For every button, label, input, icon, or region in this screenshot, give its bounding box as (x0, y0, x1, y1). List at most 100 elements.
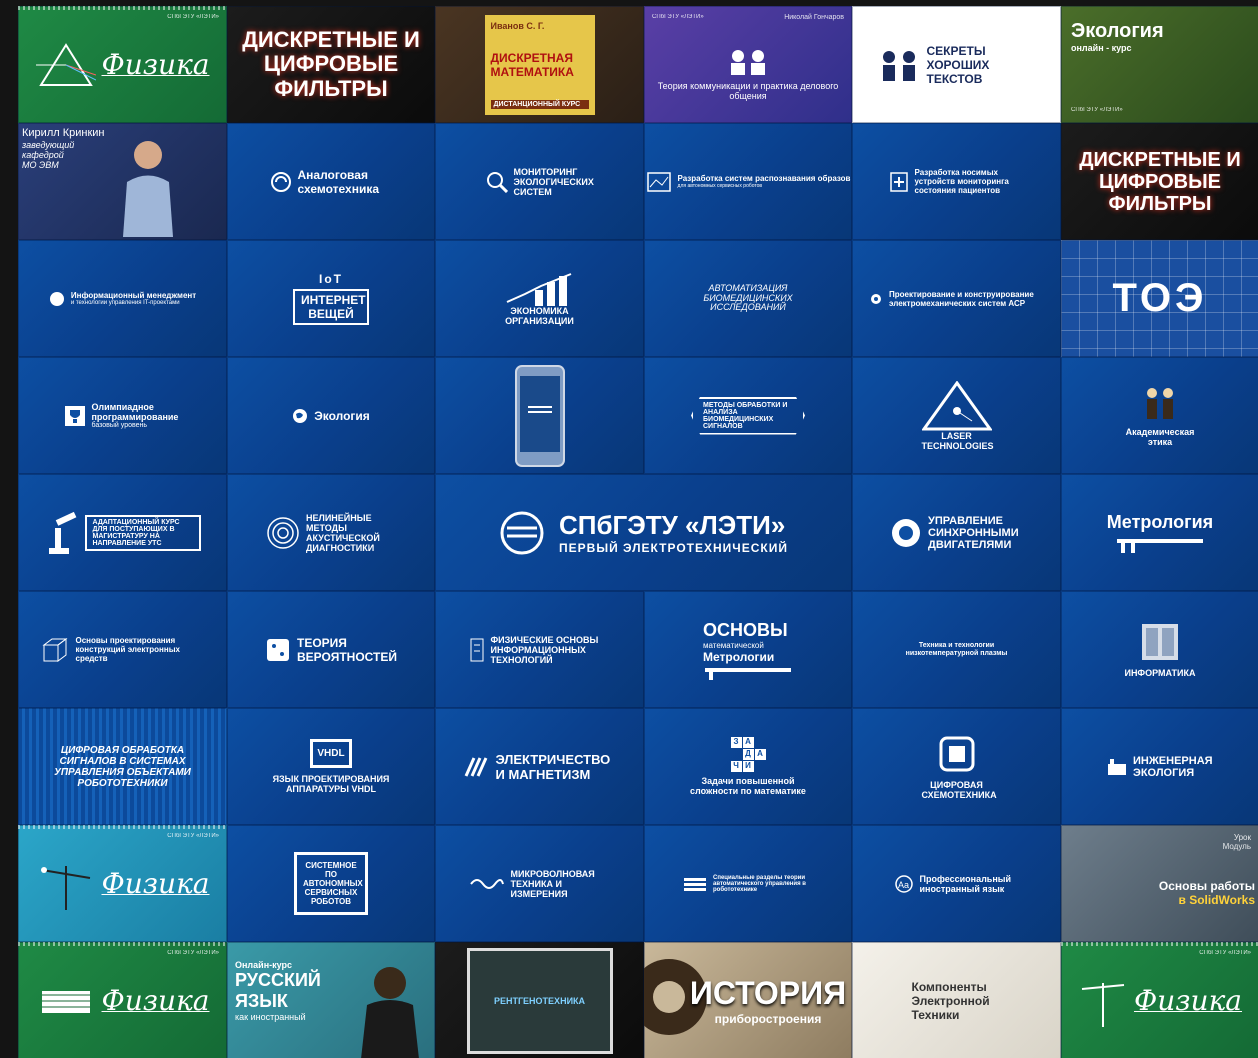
tile-title: Физика (101, 984, 210, 1017)
course-tile-russkii-yazyk[interactable]: Онлайн-курс РУССКИЙ ЯЗЫК как иностранный (227, 942, 435, 1058)
course-tile-metrologiya[interactable]: Метрология (1061, 474, 1258, 591)
tile-title: МИКРОВОЛНОВАЯ ТЕХНИКА И ИЗМЕРЕНИЯ (510, 868, 595, 899)
course-tile-toe[interactable]: ТОЭ (1061, 240, 1258, 357)
course-tile-informatika[interactable]: ИНФОРМАТИКА (1061, 591, 1258, 708)
book-cover: Иванов С. Г. ДИСКРЕТНАЯ МАТЕМАТИКА ДИСТА… (484, 14, 595, 115)
growth-chart-icon (505, 272, 575, 306)
tile-title: Проектирование и конструирование электро… (889, 289, 1034, 308)
course-tile-istoriya[interactable]: ИСТОРИЯ приборостроения (644, 942, 852, 1058)
course-tile-elektrichestvo[interactable]: ЭЛЕКТРИЧЕСТВО И МАГНЕТИЗМ (435, 708, 644, 825)
tile-title: РУССКИЙ ЯЗЫК (235, 970, 321, 1011)
globe-icon (292, 408, 308, 424)
tile-title: Экология (314, 408, 370, 423)
course-tile-cifrovaya-skhemotekhnika[interactable]: ЦИФРОВАЯ СХЕМОТЕХНИКА (852, 708, 1061, 825)
course-tile-akademicheskaya[interactable]: Академическая этика (1061, 357, 1258, 474)
wave-icon (469, 876, 505, 892)
course-tile-fizika-2[interactable]: СПбГЭТУ «ЛЭТИ» Физика (18, 825, 227, 942)
course-tile-komponenty[interactable]: Компоненты Электронной Техники (852, 942, 1061, 1058)
course-tile-solidworks[interactable]: Урок Модуль Основы работы в SolidWorks (1061, 825, 1258, 942)
course-tile-specialnye[interactable]: Специальные разделы теории автоматическо… (644, 825, 852, 942)
course-tile-leti-logo[interactable]: СПбГЭТУ «ЛЭТИ» ПЕРВЫЙ ЭЛЕКТРОТЕХНИЧЕСКИЙ (435, 474, 852, 591)
letter-cell-empty (755, 761, 766, 772)
chip-icon (469, 637, 485, 663)
course-tile-inzhenernaya[interactable]: ИНЖЕНЕРНАЯ ЭКОЛОГИЯ (1061, 708, 1258, 825)
course-tile-metody-obrabotki[interactable]: МЕТОДЫ ОБРАБОТКИ И АНАЛИЗА БИОМЕДИЦИНСКИ… (644, 357, 852, 474)
tile-title: Разработка систем распознавания образов (677, 174, 851, 183)
course-tile-proektirovanie-asr[interactable]: Проектирование и конструирование электро… (852, 240, 1061, 357)
course-tile-teoriya-kommunikacii[interactable]: СПбГЭТУ «ЛЭТИ» Николай Гончаров Теория к… (644, 6, 852, 123)
course-tile-smartphone[interactable] (435, 357, 644, 474)
course-tile-upravlenie-dvigatelyami[interactable]: УПРАВЛЕНИЕ СИНХРОННЫМИ ДВИГАТЕЛЯМИ (852, 474, 1061, 591)
book-badge: ДИСТАНЦИОННЫЙ КУРС (490, 99, 589, 109)
course-tile-ekonomika[interactable]: ЭКОНОМИКА ОРГАНИЗАЦИИ (435, 240, 644, 357)
course-tile-kirill-krinkin[interactable]: Кирилл Кринкин заведующий кафедрой МО ЭВ… (18, 123, 227, 240)
course-tile-analogovaya-skhemotekhnika[interactable]: Аналоговая схемотехника (227, 123, 435, 240)
tile-title: СИСТЕМНОЕ ПО АВТОНОМНЫХ СЕРВИСНЫХ РОБОТО… (294, 852, 368, 915)
tile-title: ЯЗЫК ПРОЕКТИРОВАНИЯ АППАРАТУРЫ VHDL (272, 774, 390, 794)
course-tile-diskretnye-filtry[interactable]: ДИСКРЕТНЫЕ И ЦИФРОВЫЕ ФИЛЬТРЫ (227, 6, 435, 123)
course-tile-fizika-3[interactable]: СПбГЭТУ «ЛЭТИ» Физика (18, 942, 227, 1058)
course-tile-osnovy-proektirovaniya[interactable]: Основы проектирования конструкций электр… (18, 591, 227, 708)
tile-author: Николай Гончаров (784, 14, 844, 21)
course-tile-osnovy-metrologii[interactable]: ОСНОВЫ математической Метрологии (644, 591, 852, 708)
iot-logo: IoT (319, 272, 343, 286)
course-tile-diskretnaya-matematika[interactable]: Иванов С. Г. ДИСКРЕТНАЯ МАТЕМАТИКА ДИСТА… (435, 6, 644, 123)
prism-icon (35, 40, 96, 90)
tile-title: ИСТОРИЯ (689, 975, 847, 1011)
tile-stripe (18, 6, 227, 10)
tile-title: АДАПТАЦИОННЫЙ КУРС ДЛЯ ПОСТУПАЮЩИХ В МАГ… (84, 514, 201, 551)
course-tile-cifrovaya-obrabotka[interactable]: ЦИФРОВАЯ ОБРАБОТКА СИГНАЛОВ В СИСТЕМАХ У… (18, 708, 227, 825)
spiral-icon (266, 516, 300, 550)
course-tile-sekrety-tekstov[interactable]: СЕКРЕТЫ ХОРОШИХ ТЕКСТОВ (852, 6, 1061, 123)
course-tile-info-menedzhment[interactable]: Информационный менеджмент и технологии у… (18, 240, 227, 357)
tile-subtitle: как иностранный (235, 1012, 306, 1022)
tile-title: СЕКРЕТЫ ХОРОШИХ ТЕКСТОВ (926, 43, 990, 86)
coil-icon (36, 981, 96, 1021)
tile-title: Основы проектирования конструкций электр… (75, 636, 180, 663)
course-tile-razrabotka-nosimykh[interactable]: Разработка носимых устройств мониторинга… (852, 123, 1061, 240)
lecturer-name: Кирилл Кринкин (22, 127, 105, 139)
image-frame-icon (646, 171, 672, 193)
course-tile-zadachi[interactable]: З А Д А Ч И Задачи повышенной сложности … (644, 708, 852, 825)
tile-subtitle: онлайн - курс (1071, 43, 1132, 53)
tile-title: Аналоговая схемотехника (297, 167, 380, 196)
tile-title: Компоненты Электронной Техники (911, 979, 990, 1022)
course-tile-razrabotka-raspoznavaniya[interactable]: Разработка систем распознавания образов … (644, 123, 852, 240)
tile-brand: СПбГЭТУ «ЛЭТИ» (1071, 107, 1123, 113)
tile-subtitle: в SolidWorks (1178, 893, 1256, 907)
course-tile-mikrovolnovaya[interactable]: МИКРОВОЛНОВАЯ ТЕХНИКА И ИЗМЕРЕНИЯ (435, 825, 644, 942)
tile-title: ОСНОВЫ (703, 619, 788, 640)
course-tile-ekologiya-photo[interactable]: Экология онлайн - курс СПбГЭТУ «ЛЭТИ» (1061, 6, 1258, 123)
course-tile-monitoring[interactable]: МОНИТОРИНГ ЭКОЛОГИЧЕСКИХ СИСТЕМ (435, 123, 644, 240)
tile-title: ИНТЕРНЕТ ВЕЩЕЙ (293, 289, 369, 325)
course-tile-professionalnyi[interactable]: Aa Профессиональный иностранный язык (852, 825, 1061, 942)
tile-title: УПРАВЛЕНИЕ СИНХРОННЫМИ ДВИГАТЕЛЯМИ (928, 514, 1019, 551)
course-tile-avtomatizaciya[interactable]: АВТОМАТИЗАЦИЯ БИОМЕДИЦИНСКИХ ИССЛЕДОВАНИ… (644, 240, 852, 357)
tile-title: Техника и технологии низкотемпературной … (905, 641, 1008, 657)
course-tile-olimpiadnoe[interactable]: Олимпиадное программирование базовый уро… (18, 357, 227, 474)
tile-brand: СПбГЭТУ «ЛЭТИ» (167, 14, 219, 20)
magnifier-icon (486, 171, 508, 193)
course-tile-adaptacionnyi[interactable]: АДАПТАЦИОННЫЙ КУРС ДЛЯ ПОСТУПАЮЩИХ В МАГ… (18, 474, 227, 591)
course-tile-iot[interactable]: IoT ИНТЕРНЕТ ВЕЩЕЙ (227, 240, 435, 357)
tile-title: ЦИФРОВАЯ ОБРАБОТКА СИГНАЛОВ В СИСТЕМАХ У… (54, 744, 191, 789)
tile-tag: Онлайн-курс (235, 960, 293, 970)
course-tile-vhdl[interactable]: VHDL ЯЗЫК ПРОЕКТИРОВАНИЯ АППАРАТУРЫ VHDL (227, 708, 435, 825)
course-tile-fizika[interactable]: СПбГЭТУ «ЛЭТИ» Физика (18, 6, 227, 123)
tile-title: Экология (1071, 20, 1164, 42)
course-tile-teoriya-veroyatnostei[interactable]: ТЕОРИЯ ВЕРОЯТНОСТЕЙ (227, 591, 435, 708)
course-tile-tekhnika-plazmy[interactable]: Техника и технологии низкотемпературной … (852, 591, 1061, 708)
course-tile-nelineinye[interactable]: НЕЛИНЕЙНЫЕ МЕТОДЫ АКУСТИЧЕСКОЙ ДИАГНОСТИ… (227, 474, 435, 591)
course-tile-laser[interactable]: LASER TECHNOLOGIES (852, 357, 1061, 474)
circle-logo-icon (270, 171, 292, 193)
stacked-lines-icon (683, 877, 707, 891)
course-tile-sistemnoe-po[interactable]: СИСТЕМНОЕ ПО АВТОНОМНЫХ СЕРВИСНЫХ РОБОТО… (227, 825, 435, 942)
tile-title: ДИСКРЕТНЫЕ И ЦИФРОВЫЕ ФИЛЬТРЫ (242, 27, 420, 101)
course-tile-fizika-4[interactable]: СПбГЭТУ «ЛЭТИ» Физика (1061, 942, 1258, 1058)
course-tile-fizicheskie-osnovy[interactable]: ФИЗИЧЕСКИЕ ОСНОВЫ ИНФОРМАЦИОННЫХ ТЕХНОЛО… (435, 591, 644, 708)
course-tile-ekologiya[interactable]: Экология (227, 357, 435, 474)
course-tile-rentgen[interactable]: РЕНТГЕНОТЕХНИКА (435, 942, 644, 1058)
course-tile-diskretnye-filtry-2[interactable]: ДИСКРЕТНЫЕ И ЦИФРОВЫЕ ФИЛЬТРЫ (1061, 123, 1258, 240)
tile-title: ИНЖЕНЕРНАЯ ЭКОЛОГИЯ (1133, 754, 1213, 779)
globe-icon (49, 291, 65, 307)
